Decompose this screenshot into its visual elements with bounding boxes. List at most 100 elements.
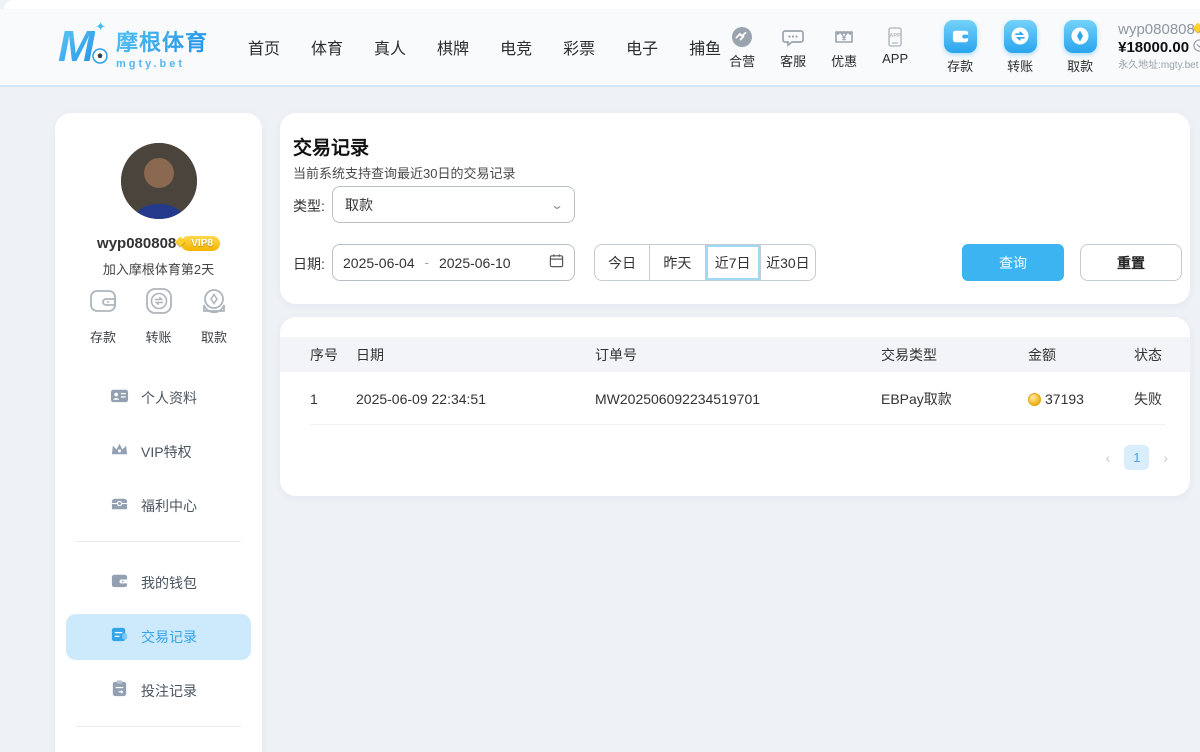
col-amount: 金额 xyxy=(1028,345,1134,365)
sidebar-item-transactions[interactable]: 交易记录 xyxy=(66,614,251,660)
col-type: 交易类型 xyxy=(881,345,1028,365)
search-button[interactable]: 查询 xyxy=(962,244,1064,281)
main-nav: 首页 体育 真人 棋牌 电竞 彩票 电子 捕鱼 xyxy=(248,35,721,59)
sidebar-quick-actions: 存款 转账 取款 xyxy=(69,285,248,346)
row-index: 1 xyxy=(310,391,356,407)
quick-range-group: 今日 昨天 近7日 近30日 xyxy=(594,244,816,281)
deposit-label: 存款 xyxy=(947,56,973,75)
table-header-row: 序号 日期 订单号 交易类型 金额 状态 xyxy=(280,337,1190,372)
type-filter-label: 类型: xyxy=(293,196,325,216)
withdraw-button[interactable]: 取款 xyxy=(1058,20,1102,75)
transactions-table: 序号 日期 订单号 交易类型 金额 状态 1 2025-06-09 22:34:… xyxy=(280,337,1190,425)
type-select-value: 取款 xyxy=(345,195,552,215)
brand-text: 摩根体育 mgty.bet xyxy=(116,25,208,70)
date-from-value: 2025-06-04 xyxy=(343,255,415,271)
sidebar-transfer-button[interactable]: 转账 xyxy=(133,285,185,346)
brand-name: 摩根体育 xyxy=(116,25,208,57)
sidebar-item-label: 我的钱包 xyxy=(141,573,197,593)
type-select[interactable]: 取款 ⌄ xyxy=(332,186,575,223)
sidebar-item-label: VIP特权 xyxy=(141,442,192,462)
nav-item-home[interactable]: 首页 xyxy=(248,35,280,59)
balance-refresh-icon[interactable] xyxy=(1193,39,1200,58)
transfer-label: 转账 xyxy=(1007,56,1033,75)
promo-label: 优惠 xyxy=(831,51,857,70)
sidebar-item-welfare[interactable]: 福利中心 xyxy=(66,483,251,529)
sidebar-withdraw-label: 取款 xyxy=(201,327,227,346)
sidebar-item-vip[interactable]: VIP特权 xyxy=(66,429,251,475)
date-filter-label: 日期: xyxy=(293,254,325,274)
sidebar-item-label: 福利中心 xyxy=(141,496,197,516)
sidebar-vip-badge: VIP8 xyxy=(181,236,220,251)
brand-logo[interactable]: M ✦ 摩根体育 mgty.bet xyxy=(58,21,226,73)
wallet-outline-icon xyxy=(87,285,119,322)
sidebar-transfer-label: 转账 xyxy=(145,327,171,346)
range-7days-button[interactable]: 近7日 xyxy=(706,245,761,280)
brand-logo-mark: M ✦ xyxy=(58,21,110,73)
logo-m-swoosh-icon: M xyxy=(58,23,95,71)
gold-coin-icon xyxy=(1028,393,1041,406)
deposit-button[interactable]: 存款 xyxy=(938,20,982,75)
svg-text:APP: APP xyxy=(889,33,901,39)
id-card-icon xyxy=(110,386,129,410)
sidebar-deposit-button[interactable]: 存款 xyxy=(77,285,129,346)
nav-item-live[interactable]: 真人 xyxy=(374,35,406,59)
nav-item-esports[interactable]: 电竞 xyxy=(500,35,532,59)
pagination: ‹ 1 › xyxy=(1106,445,1168,470)
page: M ✦ 摩根体育 mgty.bet 首页 体育 真人 棋牌 电竞 彩票 电子 捕… xyxy=(0,0,1200,752)
app-download-button[interactable]: APP APP xyxy=(874,25,916,66)
header-action-group: 存款 转账 取款 xyxy=(938,20,1102,75)
join-days-text: 加入摩根体育第2天 xyxy=(55,259,262,278)
app-label: APP xyxy=(882,51,908,66)
col-status: 状态 xyxy=(1134,345,1166,365)
transaction-record-icon xyxy=(110,625,129,649)
amount-value: 37193 xyxy=(1045,391,1084,407)
date-to-value: 2025-06-10 xyxy=(439,255,511,271)
menu-divider xyxy=(76,541,241,542)
pagination-next-icon[interactable]: › xyxy=(1163,450,1168,466)
menu-divider xyxy=(76,726,241,727)
sidebar-withdraw-button[interactable]: 取款 xyxy=(188,285,240,346)
page-subtitle: 当前系统支持查询最近30日的交易记录 xyxy=(293,163,515,182)
col-index: 序号 xyxy=(310,345,356,365)
page-title: 交易记录 xyxy=(293,133,369,160)
sidebar-item-bets[interactable]: 投注记录 xyxy=(66,668,251,714)
treasure-box-icon xyxy=(110,494,129,518)
bet-record-icon xyxy=(110,679,129,703)
sidebar-item-wallet[interactable]: 我的钱包 xyxy=(66,560,251,606)
cycle-outline-icon xyxy=(143,285,175,322)
date-range-input[interactable]: 2025-06-04 - 2025-06-10 xyxy=(332,244,575,281)
deposit-wallet-icon xyxy=(944,20,977,53)
window-top-strip xyxy=(4,0,1200,9)
pagination-page-1[interactable]: 1 xyxy=(1124,445,1149,470)
chat-bubble-icon xyxy=(781,25,805,49)
transfer-button[interactable]: 转账 xyxy=(998,20,1042,75)
sidebar-deposit-label: 存款 xyxy=(90,327,116,346)
user-info-block: wyp080808 VIP8 ¥18000.00 永久地址:mgty.bet xyxy=(1118,21,1200,74)
nav-item-slots[interactable]: 电子 xyxy=(626,35,658,59)
nav-item-sports[interactable]: 体育 xyxy=(311,35,343,59)
range-30days-button[interactable]: 近30日 xyxy=(761,245,815,280)
pagination-prev-icon[interactable]: ‹ xyxy=(1106,450,1111,466)
row-amount: 37193 xyxy=(1028,391,1134,407)
customer-service-button[interactable]: 客服 xyxy=(772,25,814,70)
brand-domain: mgty.bet xyxy=(116,58,208,70)
chevron-down-icon: ⌄ xyxy=(550,198,564,212)
partner-label: 合营 xyxy=(729,51,755,70)
reset-button[interactable]: 重置 xyxy=(1080,244,1182,281)
sidebar-item-profile[interactable]: 个人资料 xyxy=(66,375,251,421)
promo-button[interactable]: ¥ 优惠 xyxy=(823,25,865,70)
col-date: 日期 xyxy=(356,345,595,365)
sidebar-item-label: 个人资料 xyxy=(141,388,197,408)
nav-item-lottery[interactable]: 彩票 xyxy=(563,35,595,59)
wallet-icon xyxy=(110,571,129,595)
range-today-button[interactable]: 今日 xyxy=(595,245,650,280)
date-separator: - xyxy=(425,255,429,270)
range-yesterday-button[interactable]: 昨天 xyxy=(650,245,705,280)
soccer-ball-icon xyxy=(92,48,108,69)
row-order-no: MW202506092234519701 xyxy=(595,391,881,407)
sidebar-item-prizes[interactable]: 兑奖记录 xyxy=(66,745,251,752)
partner-button[interactable]: 合营 xyxy=(721,25,763,70)
sidebar-avatar[interactable] xyxy=(121,143,197,219)
nav-item-fishing[interactable]: 捕鱼 xyxy=(689,35,721,59)
nav-item-chess[interactable]: 棋牌 xyxy=(437,35,469,59)
